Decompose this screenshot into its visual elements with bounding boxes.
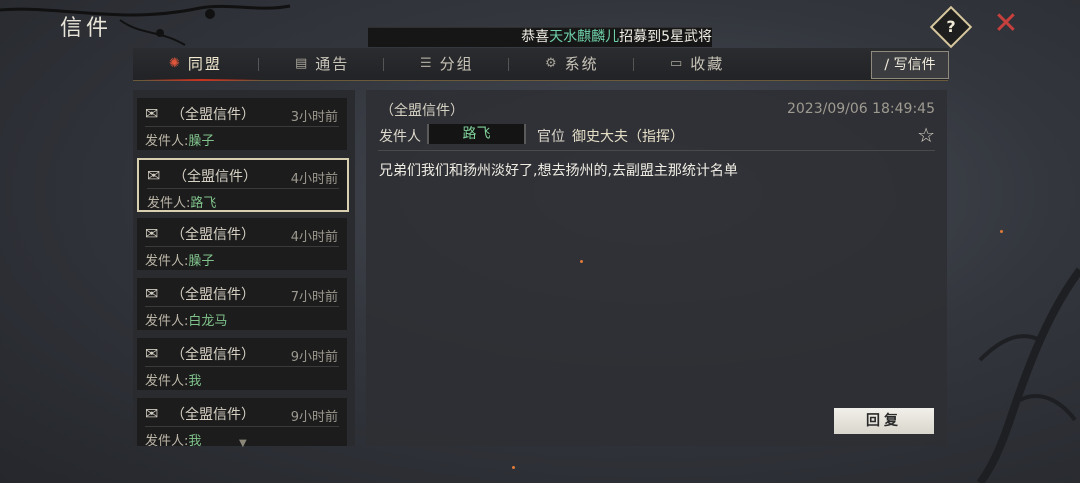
mail-sender: 发件人:白龙马 — [145, 314, 228, 329]
mail-list-item[interactable]: ✉ （全盟信件） 3小时前 发件人:臊子 — [137, 98, 347, 150]
mail-type: （全盟信件） — [171, 287, 255, 303]
detail-date: 2023/09/06 18:49:45 — [786, 101, 935, 117]
tab-label: 分组 — [439, 55, 474, 73]
group-icon: ☰ — [420, 56, 434, 71]
mail-type: （全盟信件） — [171, 227, 255, 243]
help-button[interactable]: ? — [929, 5, 973, 49]
envelope-icon: ✉ — [145, 224, 159, 243]
envelope-icon: ✉ — [145, 344, 159, 363]
mail-sender: 发件人:路飞 — [147, 196, 217, 211]
mail-list-item[interactable]: ✉ （全盟信件） 7小时前 发件人:白龙马 — [137, 278, 347, 330]
mail-time: 4小时前 — [290, 230, 338, 245]
marquee-player-name: 天水麒麟儿 — [549, 29, 620, 45]
tab-alliance[interactable]: ✺ 同盟 — [169, 48, 222, 80]
mail-type: （全盟信件） — [171, 347, 255, 363]
mail-sender: 发件人:我 — [145, 374, 202, 389]
tab-favorites[interactable]: ▭ 收藏 — [670, 48, 724, 80]
mail-list-item-selected[interactable]: ✉ （全盟信件） 4小时前 发件人:路飞 — [137, 158, 349, 212]
mail-list[interactable]: ✉ （全盟信件） 3小时前 发件人:臊子 ✉ （全盟信件） 4小时前 发件人:路… — [133, 90, 355, 446]
ember-particle — [512, 466, 515, 469]
mail-detail-panel: （全盟信件） 2023/09/06 18:49:45 发件人 路飞 官位 御史大… — [366, 90, 947, 446]
ink-tree-decoration — [976, 267, 1080, 483]
detail-sender-name[interactable]: 路飞 — [427, 124, 526, 144]
ember-particle — [580, 260, 583, 263]
detail-rank-label: 官位 — [537, 129, 565, 145]
mail-list-item[interactable]: ✉ （全盟信件） 4小时前 发件人:臊子 — [137, 218, 347, 270]
mail-list-item[interactable]: ✉ （全盟信件） 9小时前 发件人:我 — [137, 338, 347, 390]
mail-sender: 发件人:臊子 — [145, 254, 215, 269]
mail-time: 3小时前 — [290, 110, 338, 125]
alliance-icon: ✺ — [169, 56, 182, 71]
close-button[interactable]: ✕ — [992, 9, 1020, 39]
write-mail-button[interactable]: ∕ 写信件 — [871, 51, 949, 79]
favorite-box-icon: ▭ — [670, 56, 685, 71]
tab-label: 同盟 — [187, 55, 222, 73]
mail-time: 7小时前 — [290, 290, 338, 305]
detail-body: 兄弟们我们和扬州淡好了,想去扬州的,去副盟主那统计名单 — [379, 163, 738, 179]
marquee-suffix: 招募到5星武将 — [619, 29, 712, 45]
mail-sender: 发件人:臊子 — [145, 134, 215, 149]
system-gear-icon: ⚙ — [545, 56, 559, 71]
detail-divider — [378, 150, 935, 151]
envelope-icon: ✉ — [145, 404, 159, 423]
detail-rank: 御史大夫（指挥） — [572, 129, 684, 145]
ember-particle — [1000, 230, 1003, 233]
tab-label: 收藏 — [690, 55, 725, 73]
mail-time: 9小时前 — [290, 350, 338, 365]
reply-button[interactable]: 回复 — [834, 408, 934, 434]
active-tab-indicator — [142, 79, 262, 81]
detail-mail-type: （全盟信件） — [380, 103, 464, 119]
mail-time: 9小时前 — [290, 410, 338, 425]
announcement-marquee: 恭喜天水麒麟儿招募到5星武将 — [368, 27, 712, 47]
detail-sender-label: 发件人 — [379, 129, 421, 145]
mail-type: （全盟信件） — [171, 407, 255, 423]
tab-group[interactable]: ☰ 分组 — [420, 48, 474, 80]
tab-system[interactable]: ⚙ 系统 — [545, 48, 599, 80]
tab-bar: ✺ 同盟 ▤ 通告 ☰ 分组 ⚙ 系统 ▭ 收藏 — [133, 48, 948, 81]
envelope-icon: ✉ — [145, 284, 159, 303]
mail-time: 4小时前 — [290, 172, 338, 187]
mail-type: （全盟信件） — [173, 169, 257, 185]
pen-icon: ∕ — [884, 57, 890, 73]
window-title: 信件 — [60, 16, 113, 41]
scroll-down-icon[interactable]: ▼ — [239, 438, 247, 449]
marquee-prefix: 恭喜 — [521, 29, 550, 45]
mail-type: （全盟信件） — [171, 107, 255, 123]
tab-label: 通告 — [315, 55, 350, 73]
envelope-icon: ✉ — [147, 166, 161, 185]
help-icon: ? — [946, 17, 956, 36]
mail-sender: 发件人:我 — [145, 434, 202, 446]
write-mail-label: 写信件 — [893, 57, 936, 73]
tab-label: 系统 — [564, 55, 599, 73]
notice-icon: ▤ — [295, 56, 310, 71]
envelope-icon: ✉ — [145, 104, 159, 123]
star-icon[interactable]: ☆ — [917, 123, 935, 147]
tab-notice[interactable]: ▤ 通告 — [295, 48, 349, 80]
